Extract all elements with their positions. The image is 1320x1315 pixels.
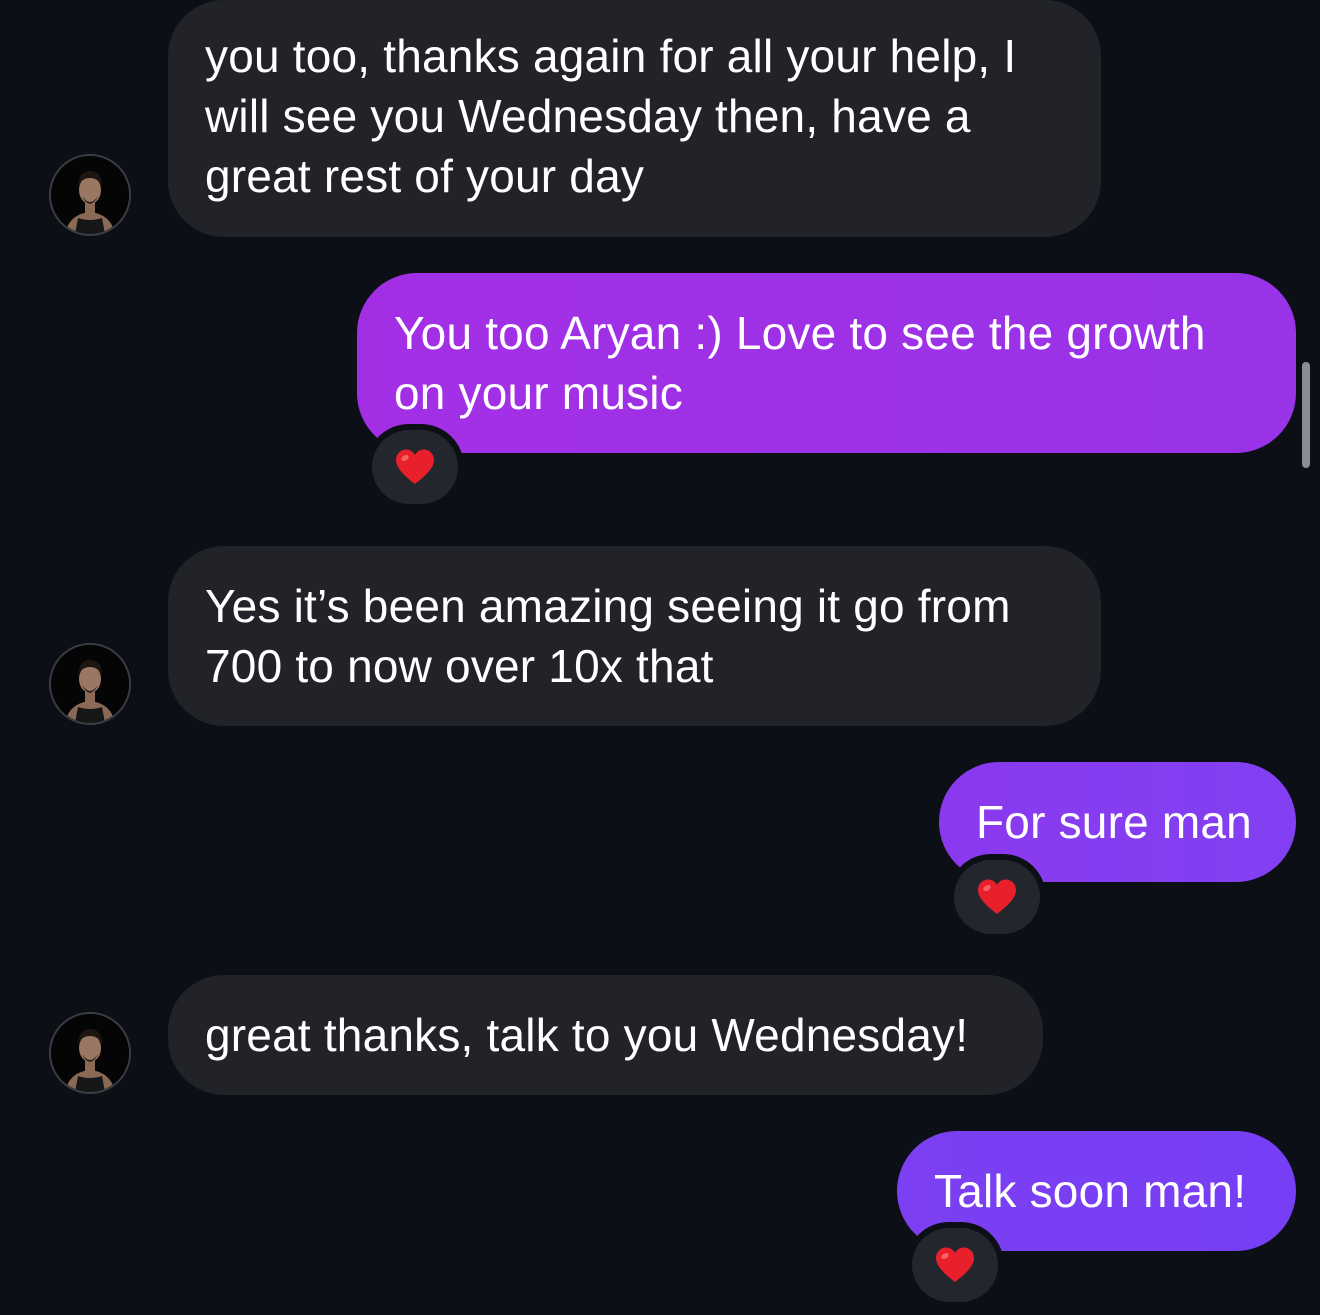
- incoming-message-bubble[interactable]: Yes it’s been amazing seeing it go from …: [168, 546, 1101, 726]
- message-line: For sure man: [976, 796, 1252, 848]
- incoming-message-bubble[interactable]: you too, thanks again for all your help,…: [168, 0, 1101, 237]
- outgoing-message-bubble[interactable]: You too Aryan :) Love to see the growth …: [357, 273, 1296, 453]
- message-line: great thanks, talk to you Wednesday!: [205, 1009, 969, 1061]
- message-thread[interactable]: you too, thanks again for all your help,…: [0, 0, 1320, 1315]
- message-line: great rest of your day: [205, 150, 645, 202]
- reaction-badge[interactable]: [372, 430, 458, 504]
- sender-avatar[interactable]: [49, 154, 131, 236]
- message-line: you too, thanks again for all your help,…: [205, 30, 1017, 82]
- profile-photo-avatar: [51, 645, 129, 723]
- sender-avatar[interactable]: [49, 1012, 131, 1094]
- message-line: Yes it’s been amazing seeing it go from: [205, 580, 1011, 632]
- profile-photo-avatar: [51, 156, 129, 234]
- message-line: on your music: [394, 367, 683, 419]
- heart-icon: [936, 1247, 974, 1282]
- reaction-badge[interactable]: [954, 860, 1040, 934]
- heart-icon: [978, 879, 1016, 914]
- scrollbar-thumb[interactable]: [1302, 362, 1310, 468]
- reaction-badge[interactable]: [912, 1228, 998, 1302]
- heart-icon: [396, 449, 434, 484]
- incoming-message-bubble[interactable]: great thanks, talk to you Wednesday!: [168, 975, 1043, 1095]
- message-line: will see you Wednesday then, have a: [205, 90, 971, 142]
- profile-photo-avatar: [51, 1014, 129, 1092]
- message-line: You too Aryan :) Love to see the growth: [394, 307, 1206, 359]
- message-line: Talk soon man!: [934, 1165, 1247, 1217]
- sender-avatar[interactable]: [49, 643, 131, 725]
- message-line: 700 to now over 10x that: [205, 640, 714, 692]
